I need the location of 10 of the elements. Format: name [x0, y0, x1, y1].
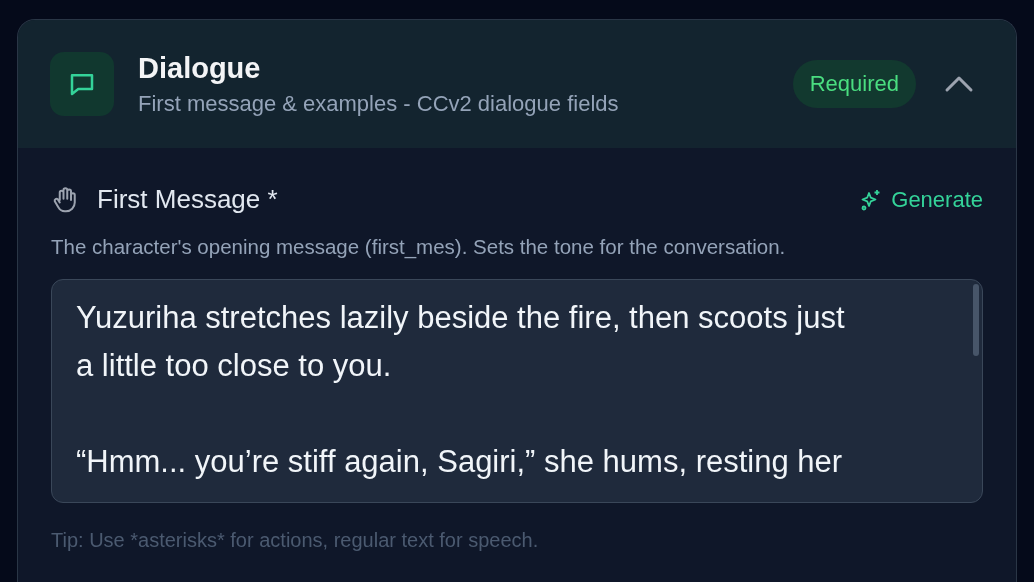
section-title: Dialogue: [138, 51, 262, 85]
field-label: First Message *: [97, 184, 279, 215]
required-badge: Required: [792, 60, 916, 108]
scrollbar-thumb[interactable]: [973, 284, 979, 356]
field-description: The character's opening message (first_mes). Sets the tone for the conversation.: [51, 235, 787, 259]
section-subtitle: First message & examples - CCv2 dialogue fields: [138, 90, 620, 117]
message-text-area[interactable]: Yuzuriha stretches lazily beside the fire, then scoots just a little too close to you. “Hmm... you’re stiff again, Sagiri,” she hums, resting her: [51, 279, 983, 503]
generate-button[interactable]: Generate: [859, 186, 983, 213]
chat-bubble-icon: [50, 52, 114, 116]
tip-text: Tip: Use *asterisks* for actions, regular text for speech.: [51, 529, 540, 552]
